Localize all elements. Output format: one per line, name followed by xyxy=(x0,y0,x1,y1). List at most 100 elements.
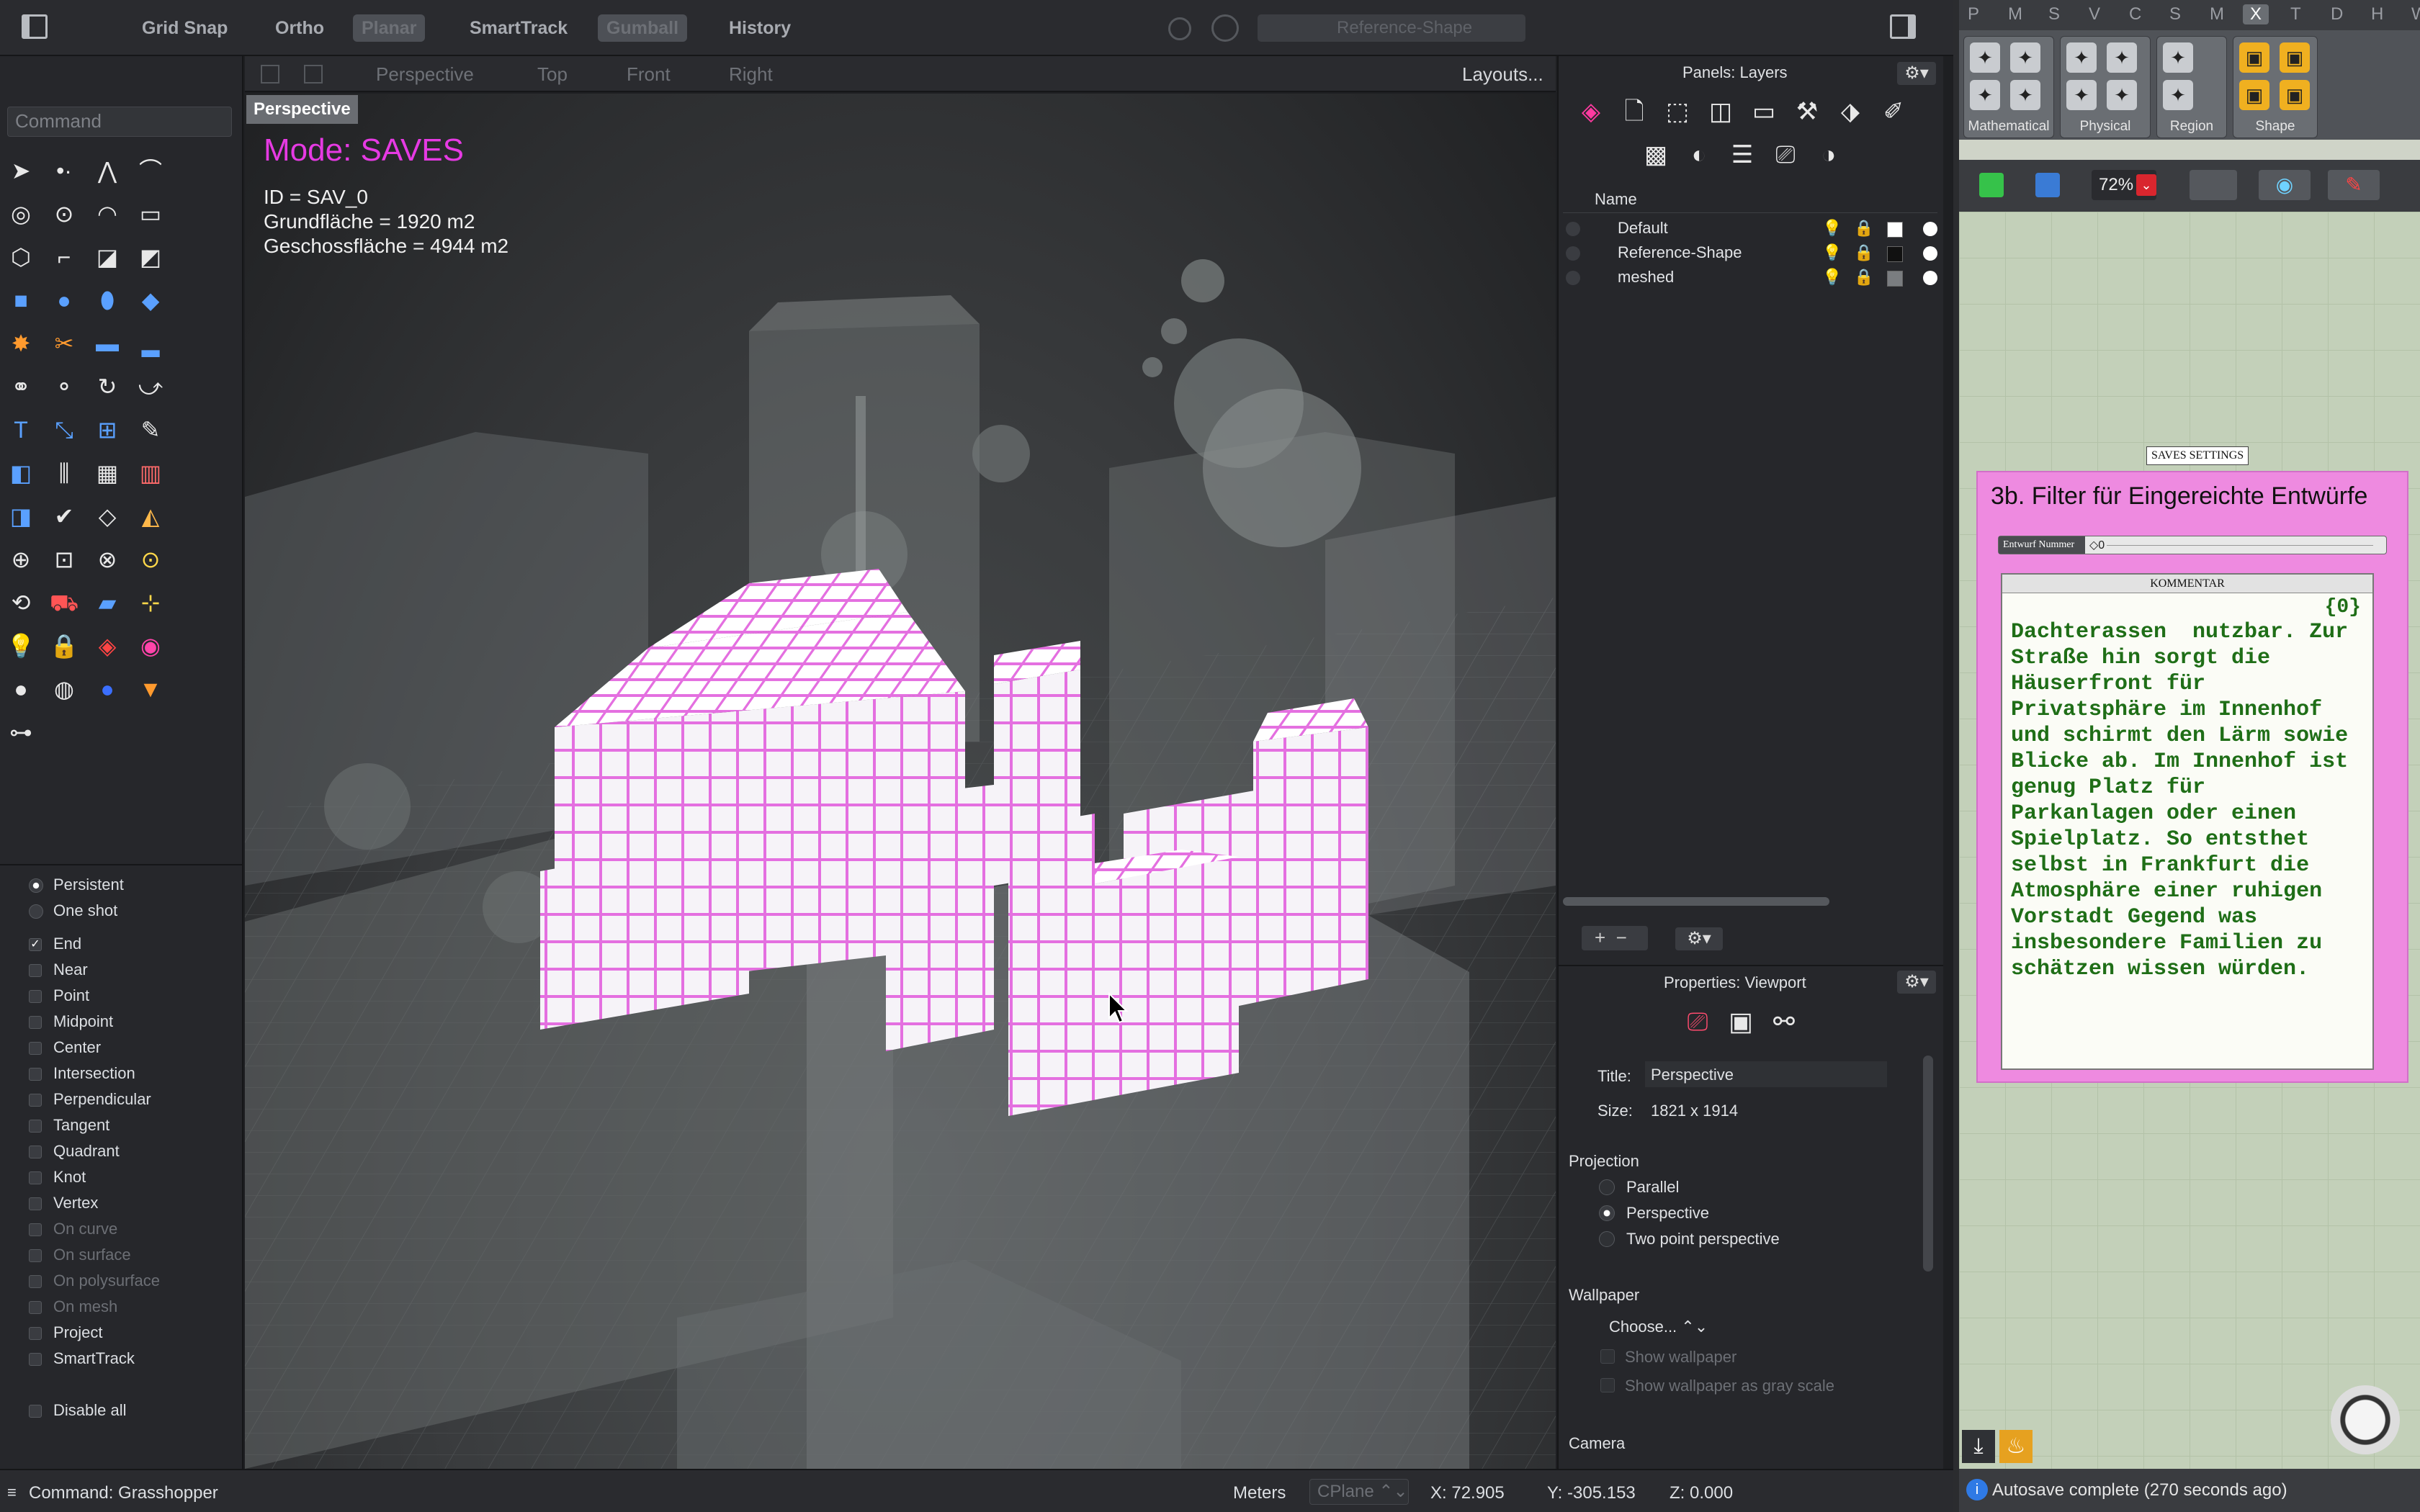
perspective-viewport[interactable] xyxy=(245,94,1556,1469)
curve-icon[interactable]: ⌒ xyxy=(134,154,167,187)
radio-button[interactable] xyxy=(29,904,43,919)
tab-front[interactable]: Front xyxy=(627,63,671,86)
layer-color-swatch[interactable] xyxy=(1887,222,1903,238)
projection-option[interactable]: Perspective xyxy=(1599,1204,1709,1223)
array-icon[interactable]: ⊞ xyxy=(91,413,124,446)
extrude-icon[interactable]: ⫼ xyxy=(48,456,81,490)
tab-right[interactable]: Right xyxy=(729,63,773,86)
cylinder-icon[interactable]: ⬮ xyxy=(91,284,124,317)
padlock-icon[interactable]: 🔒 xyxy=(1854,216,1873,240)
layouts-button[interactable]: Layouts... xyxy=(1462,63,1543,86)
split-icon[interactable]: ▬ xyxy=(91,327,124,360)
planar-button[interactable]: Planar xyxy=(353,14,426,42)
record-history-icon[interactable] xyxy=(1168,17,1191,40)
grid-icon[interactable]: ▦ xyxy=(91,456,124,490)
gh-component-icon[interactable]: ✦ xyxy=(2107,42,2137,73)
rendered-icon[interactable]: ◍ xyxy=(48,672,81,706)
left-sidebar-toggle-icon[interactable] xyxy=(22,14,48,39)
slider-track[interactable] xyxy=(2107,545,2373,546)
gh-group-mathematical[interactable]: ✦ ✦ ✦ ✦ Mathematical xyxy=(1963,36,2054,138)
checkbox[interactable] xyxy=(29,1327,42,1340)
text-icon[interactable]: T xyxy=(4,413,37,446)
circle-icon[interactable]: ◎ xyxy=(4,197,37,230)
checkbox[interactable] xyxy=(29,1197,42,1210)
cplane-icon[interactable]: ▰ xyxy=(91,586,124,619)
tab-top[interactable]: Top xyxy=(537,63,568,86)
layer-row[interactable]: Reference-Shape 💡 🔒 xyxy=(1563,240,1937,265)
texture-tab-icon[interactable]: ▩ xyxy=(1639,138,1672,171)
gh-component-icon[interactable]: ▣ xyxy=(2239,42,2269,73)
layer-icon[interactable]: ◈ xyxy=(91,629,124,662)
radio-button[interactable] xyxy=(1599,1205,1615,1221)
zoom-icon[interactable]: ⊕ xyxy=(4,543,37,576)
preview-eye-icon[interactable]: ◉ xyxy=(2259,170,2311,200)
mesh-icon[interactable]: ▥ xyxy=(134,456,167,490)
gh-component-icon[interactable]: ✦ xyxy=(2066,42,2097,73)
zoom-selected-icon[interactable]: ⊙ xyxy=(134,543,167,576)
plane-icon[interactable]: ◆ xyxy=(134,284,167,317)
document-tab-icon[interactable]: 🗋 xyxy=(1618,95,1651,128)
gh-group-physical[interactable]: ✦ ✦ ✦ ✦ Physical xyxy=(2060,36,2151,138)
blocks-tab-icon[interactable]: ◫ xyxy=(1704,95,1737,128)
solid-tools-icon[interactable]: ◧ xyxy=(4,456,37,490)
offset-icon[interactable]: ⤻ xyxy=(134,370,167,403)
brush-tab-icon[interactable]: ✐ xyxy=(1877,95,1910,128)
grid-snap-button[interactable]: Grid Snap xyxy=(133,14,236,42)
checkbox[interactable] xyxy=(29,1301,42,1314)
lock-icon[interactable]: 🔒 xyxy=(48,629,81,662)
color-wheel-icon[interactable]: ◉ xyxy=(134,629,167,662)
light-icon[interactable]: 💡 xyxy=(4,629,37,662)
gh-tab[interactable]: D xyxy=(2331,4,2343,24)
checkbox[interactable] xyxy=(29,1042,42,1055)
title-field[interactable]: Perspective xyxy=(1645,1061,1887,1087)
zoom-window-icon[interactable]: ⊡ xyxy=(48,543,81,576)
gh-tab[interactable]: C xyxy=(2129,4,2141,24)
dimension-icon[interactable]: ⤡ xyxy=(48,413,81,446)
pan-icon[interactable]: ⟲ xyxy=(4,586,37,619)
group-icon[interactable]: ⚭ xyxy=(4,370,37,403)
render-icon[interactable]: ◭ xyxy=(134,500,167,533)
tools-tab-icon[interactable]: ⚒ xyxy=(1791,95,1824,128)
arc-icon[interactable]: ◠ xyxy=(91,197,124,230)
checkbox[interactable] xyxy=(29,1016,42,1029)
snapshot-tab-icon[interactable]: ⬗ xyxy=(1834,95,1867,128)
current-layer-radio[interactable] xyxy=(1566,246,1580,261)
join-icon[interactable]: ▂ xyxy=(134,327,167,360)
projection-option[interactable]: Parallel xyxy=(1599,1178,1679,1197)
analyze-icon[interactable]: ◨ xyxy=(4,500,37,533)
flow-icon[interactable]: ⊶ xyxy=(4,716,37,749)
viewport-title-label[interactable]: Perspective xyxy=(246,95,358,124)
checkbox[interactable] xyxy=(29,1171,42,1184)
navigation-wheel-icon[interactable] xyxy=(2331,1385,2400,1454)
checkbox[interactable] xyxy=(29,990,42,1003)
layer-color-swatch[interactable] xyxy=(1887,246,1903,262)
gh-component-icon[interactable]: ✦ xyxy=(2107,80,2137,110)
gh-group-region[interactable]: ✦ ✦ Region xyxy=(2156,36,2227,138)
projection-option[interactable]: Two point perspective xyxy=(1599,1230,1780,1248)
sun-tab-icon[interactable]: ☰ xyxy=(1726,138,1759,171)
layer-color-swatch[interactable] xyxy=(1887,271,1903,287)
lightbulb-icon[interactable]: 💡 xyxy=(1822,240,1842,265)
gh-tab[interactable]: P xyxy=(1968,4,1979,24)
material-icon[interactable] xyxy=(1923,222,1937,236)
layers-tab-icon[interactable]: ◈ xyxy=(1574,95,1608,128)
show-wallpaper-checkbox[interactable]: Show wallpaper xyxy=(1600,1348,1736,1367)
checkbox[interactable] xyxy=(29,1068,42,1081)
gh-component-icon[interactable]: ✦ xyxy=(2010,80,2040,110)
checkbox[interactable] xyxy=(29,964,42,977)
layers-gear-icon[interactable]: ⚙▾ xyxy=(1897,62,1936,85)
padlock-icon[interactable]: 🔒 xyxy=(1854,240,1873,265)
car-icon[interactable]: ⛟ xyxy=(48,586,81,619)
gh-tab[interactable]: S xyxy=(2169,4,2181,24)
viewport-camera-icon[interactable]: ⎚ xyxy=(1681,1005,1714,1038)
checkbox[interactable] xyxy=(29,1249,42,1262)
ellipse-icon[interactable]: ⊙ xyxy=(48,197,81,230)
gh-tab[interactable]: V xyxy=(2089,4,2100,24)
single-view-icon[interactable] xyxy=(304,65,323,84)
rotate-icon[interactable]: ↻ xyxy=(91,370,124,403)
checkbox[interactable] xyxy=(29,1223,42,1236)
gh-tab[interactable]: S xyxy=(2048,4,2060,24)
radio-button[interactable] xyxy=(1599,1179,1615,1195)
shade-icon[interactable]: ● xyxy=(4,672,37,706)
polygon-icon[interactable]: ⬡ xyxy=(4,240,37,274)
